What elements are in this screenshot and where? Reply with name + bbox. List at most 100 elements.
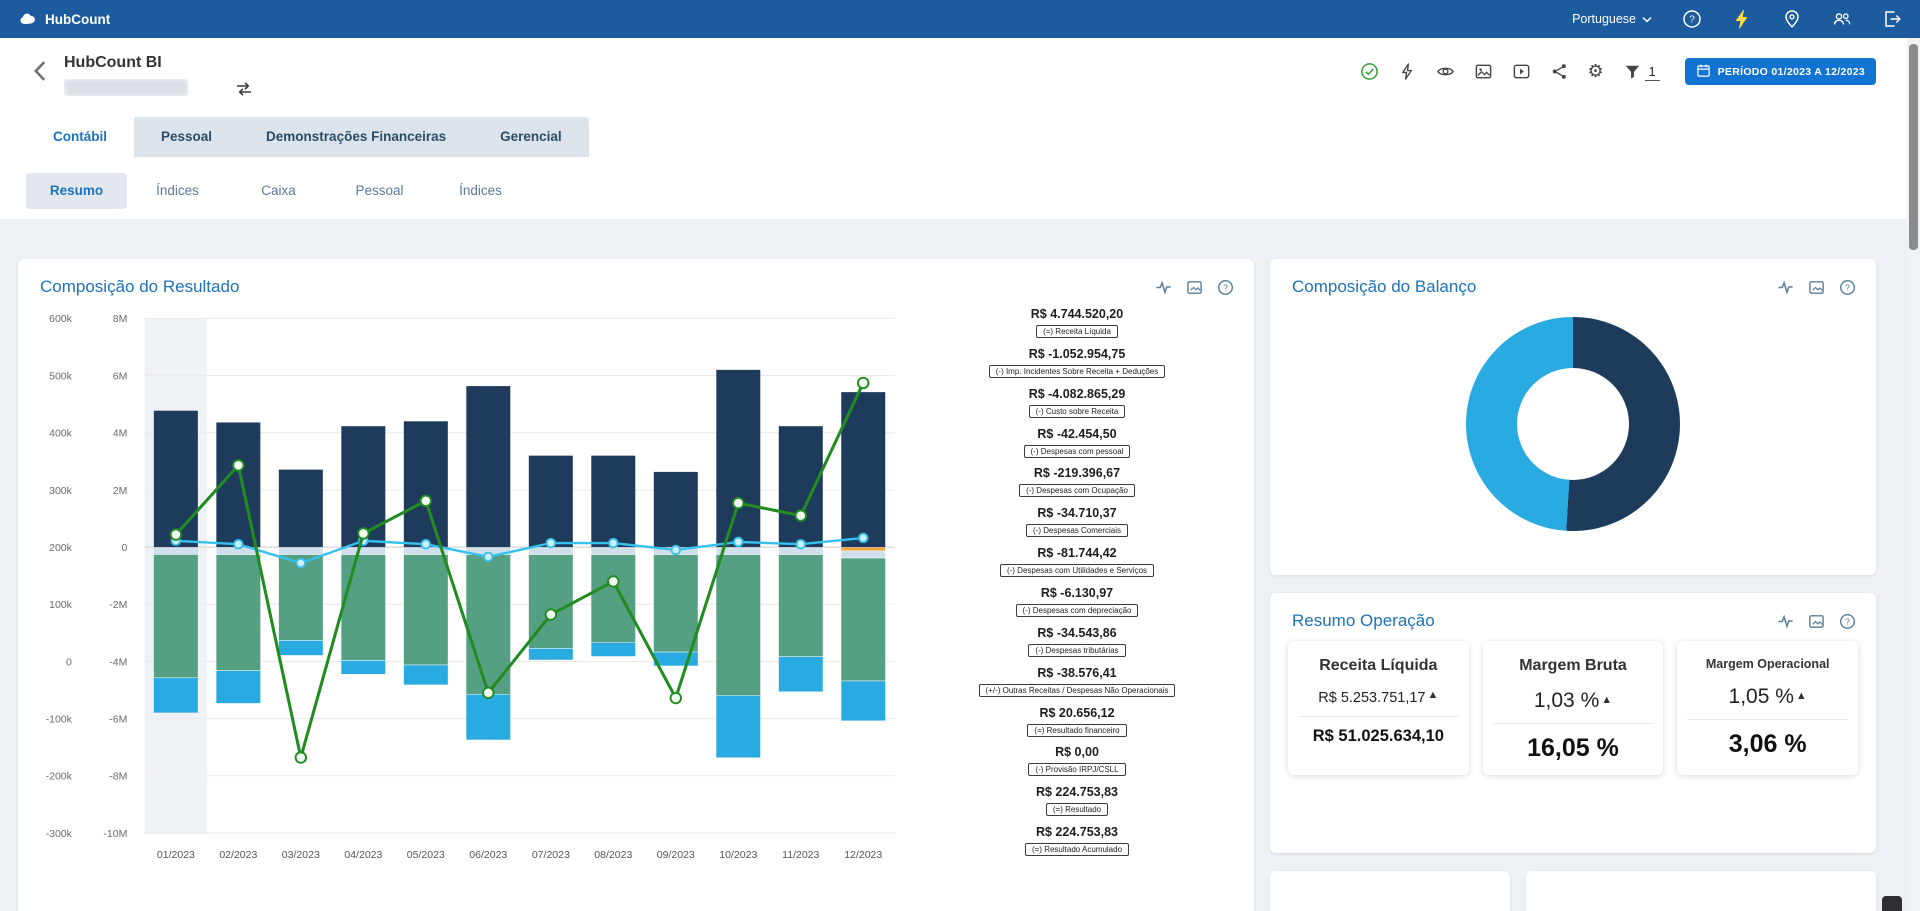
waterfall-item: R$ 224.753,83 (=) Resultado Acumulado [918, 825, 1236, 857]
svg-text:12/2023: 12/2023 [844, 849, 882, 861]
kpi-margem-operacional: Margem Operacional 1,05 %▲ 3,06 % [1677, 641, 1858, 775]
kpi-value: R$ 5.253.751,17▲ [1298, 689, 1459, 706]
header-toolbar: ⚙ 1 PERÍODO 01/2023 A 12/2023 [1360, 58, 1876, 85]
trend-up-icon: ▲ [1601, 694, 1612, 706]
frame-icon[interactable] [1808, 279, 1825, 296]
frame-icon[interactable] [1186, 279, 1203, 296]
waterfall-value: R$ 224.753,83 [918, 825, 1236, 839]
svg-text:?: ? [1689, 15, 1695, 26]
waterfall-value: R$ -38.576,41 [918, 666, 1236, 680]
svg-text:300k: 300k [49, 485, 73, 497]
waterfall-item: R$ 20.656,12(=) Resultado financeiro [918, 706, 1236, 738]
users-icon[interactable] [1832, 9, 1852, 29]
donut-hole [1517, 368, 1629, 480]
tab-pessoal[interactable]: Pessoal [134, 117, 239, 157]
waterfall-label: (-) Despesas com pessoal [1024, 445, 1131, 458]
waterfall-label: (-) Imp. Incidentes Sobre Receita + Dedu… [989, 365, 1166, 378]
waterfall-label: (=) Resultado financeiro [1027, 724, 1126, 737]
waterfall-item: R$ -42.454,50(-) Despesas com pessoal [918, 427, 1236, 459]
svg-text:0: 0 [66, 656, 72, 668]
waterfall-label: (+/-) Outras Receitas / Despesas Não Ope… [979, 684, 1176, 697]
language-label: Portuguese [1572, 12, 1636, 26]
waterfall-value: R$ 4.744.520,20 [918, 307, 1236, 321]
insights-icon[interactable] [1155, 279, 1172, 296]
waterfall-item: R$ -38.576,41 (+/-) Outras Receitas / Des… [918, 666, 1236, 698]
image-icon[interactable] [1474, 62, 1493, 81]
topbar-actions: Portuguese ? [1572, 9, 1902, 29]
svg-text:-200k: -200k [46, 771, 73, 783]
header-subtitle-redacted [64, 79, 188, 96]
tab-gerencial[interactable]: Gerencial [473, 117, 589, 157]
operacao-card: Resumo Operação ? Receita Líquida R [1270, 593, 1876, 853]
svg-text:-8M: -8M [109, 771, 127, 783]
help-circle-icon[interactable]: ? [1682, 9, 1702, 29]
waterfall-value: R$ -4.082.865,29 [918, 387, 1236, 401]
waterfall-label: (-) Despesas com depreciação [1016, 604, 1139, 617]
bottom-right-widget[interactable] [1882, 896, 1902, 911]
waterfall-label: (-) Despesas Comerciais [1026, 524, 1128, 537]
svg-text:0: 0 [122, 542, 128, 554]
resultado-card: Composição do Resultado ? 600k500k400k30… [18, 259, 1254, 911]
svg-text:-10M: -10M [103, 828, 127, 840]
help-icon[interactable]: ? [1217, 279, 1234, 296]
svg-text:04/2023: 04/2023 [344, 849, 382, 861]
svg-text:-4M: -4M [109, 656, 127, 668]
tab-contabil[interactable]: Contábil [26, 117, 134, 157]
waterfall-item: R$ -34.543,86(-) Despesas tributárias [918, 626, 1236, 658]
logout-icon[interactable] [1882, 9, 1902, 29]
check-circle-icon[interactable] [1360, 62, 1379, 81]
share-icon[interactable] [1550, 62, 1569, 81]
page-scrollbar[interactable] [1907, 38, 1920, 911]
waterfall-label: (-) Despesas com Utilidades e Serviços [1000, 564, 1154, 577]
kpi-value: 1,05 %▲ [1687, 685, 1848, 709]
scrollbar-thumb[interactable] [1909, 44, 1918, 250]
filter-count: 1 [1645, 65, 1660, 81]
kpi-title: Margem Operacional [1687, 657, 1848, 671]
waterfall-label: (-) Despesas com Ocupação [1019, 484, 1135, 497]
period-button[interactable]: PERÍODO 01/2023 A 12/2023 [1685, 58, 1876, 85]
subtab-caixa[interactable]: Caixa [228, 173, 329, 209]
svg-text:03/2023: 03/2023 [282, 849, 320, 861]
waterfall-list: R$ 4.744.520,20(=) Receita Líquida R$ -1.… [906, 305, 1242, 871]
insights-icon[interactable] [1777, 279, 1794, 296]
filter-icon [1623, 62, 1642, 81]
waterfall-label: (-) Provisão IRPJ/CSLL [1028, 763, 1125, 776]
kpi-margem-bruta: Margem Bruta 1,03 %▲ 16,05 % [1483, 641, 1664, 775]
location-pin-icon[interactable] [1782, 9, 1802, 29]
kpi-receita-liquida: Receita Líquida R$ 5.253.751,17▲ R$ 51.0… [1288, 641, 1469, 775]
frame-icon[interactable] [1808, 613, 1825, 630]
page-header: HubCount BI ⚙ [0, 38, 1920, 219]
swap-arrows-icon[interactable] [234, 80, 254, 103]
waterfall-label: (=) Resultado Acumulado [1025, 843, 1129, 856]
subtab-indices-1[interactable]: Índices [127, 173, 228, 209]
lightning-icon[interactable] [1732, 9, 1752, 29]
svg-text:?: ? [1223, 282, 1228, 292]
waterfall-label: (=) Resultado [1046, 803, 1108, 816]
subtab-indices-2[interactable]: Índices [430, 173, 531, 209]
dashboard-content: Composição do Resultado ? 600k500k400k30… [0, 219, 1920, 911]
eye-icon[interactable] [1436, 62, 1455, 81]
waterfall-value: R$ -1.052.954,75 [918, 347, 1236, 361]
filter-control[interactable]: 1 [1623, 62, 1660, 81]
hubcount-logo[interactable]: HubCount [18, 9, 110, 29]
video-icon[interactable] [1512, 62, 1531, 81]
back-button[interactable] [32, 60, 48, 87]
tab-demonstracoes-financeiras[interactable]: Demonstrações Financeiras [239, 117, 473, 157]
subtab-resumo[interactable]: Resumo [26, 173, 127, 209]
waterfall-item: R$ 0,00(-) Provisão IRPJ/CSLL [918, 745, 1236, 777]
svg-text:-6M: -6M [109, 713, 127, 725]
waterfall-item: R$ 4.744.520,20(=) Receita Líquida [918, 307, 1236, 339]
resultado-chart: 600k500k400k300k200k100k0-100k-200k-300k… [26, 305, 906, 871]
svg-text:100k: 100k [49, 599, 73, 611]
svg-text:10/2023: 10/2023 [719, 849, 757, 861]
svg-text:600k: 600k [49, 313, 73, 325]
subtab-pessoal[interactable]: Pessoal [329, 173, 430, 209]
bolt-icon[interactable] [1398, 62, 1417, 81]
language-selector[interactable]: Portuguese [1572, 12, 1652, 26]
operacao-card-toolbar: ? [1777, 613, 1856, 630]
kpi-secondary-value: 16,05 % [1493, 723, 1654, 763]
insights-icon[interactable] [1777, 613, 1794, 630]
help-icon[interactable]: ? [1839, 279, 1856, 296]
help-icon[interactable]: ? [1839, 613, 1856, 630]
gear-icon[interactable]: ⚙ [1588, 62, 1604, 81]
